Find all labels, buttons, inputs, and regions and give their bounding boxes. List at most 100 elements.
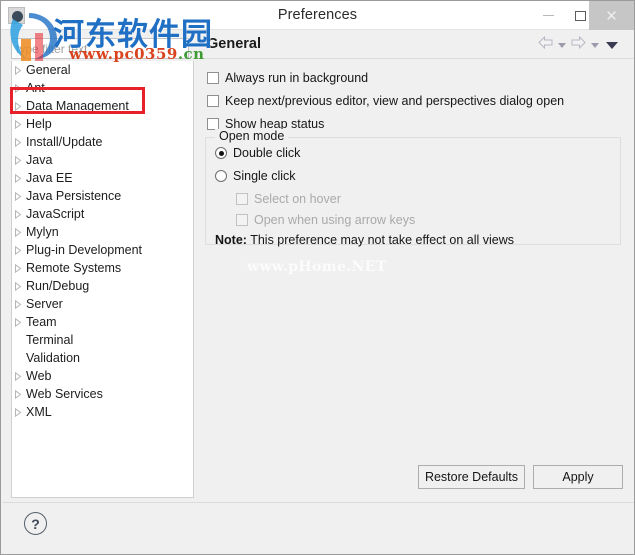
back-arrow-icon[interactable]	[538, 35, 553, 54]
sidebar-item-remote-systems[interactable]: Remote Systems	[12, 259, 193, 277]
sidebar-item-team[interactable]: Team	[12, 313, 193, 331]
sidebar-item-web-services[interactable]: Web Services	[12, 385, 193, 403]
radio-double-click[interactable]: Double click	[215, 146, 300, 160]
sidebar-item-java-ee[interactable]: Java EE	[12, 169, 193, 187]
sidebar-item-label: Terminal	[26, 333, 74, 347]
sidebar: type filter text General Ant Data Manageme…	[2, 30, 196, 502]
checkbox-box-icon	[236, 193, 248, 205]
open-mode-legend: Open mode	[215, 129, 289, 143]
forward-dropdown-caret-icon[interactable]	[591, 42, 599, 48]
radio-button-icon	[215, 147, 227, 159]
title-bar: Preferences ✕	[1, 1, 634, 30]
expand-arrow-icon[interactable]	[14, 300, 22, 309]
sidebar-item-label: Mylyn	[26, 225, 59, 239]
checkbox-always-run-in-background[interactable]: Always run in background	[207, 71, 368, 85]
sidebar-item-general[interactable]: General	[12, 61, 193, 79]
sidebar-item-label: Run/Debug	[26, 279, 90, 293]
view-menu-caret-icon[interactable]	[606, 41, 618, 49]
checkbox-box-icon	[207, 95, 219, 107]
sidebar-item-data-management[interactable]: Data Management	[12, 97, 193, 115]
sidebar-item-label: Data Management	[26, 99, 129, 113]
sidebar-item-label: Web Services	[26, 387, 103, 401]
forward-arrow-icon[interactable]	[571, 35, 586, 54]
expand-arrow-icon[interactable]	[14, 282, 22, 291]
sidebar-item-validation[interactable]: Validation	[12, 349, 193, 367]
sidebar-item-mylyn[interactable]: Mylyn	[12, 223, 193, 241]
expand-arrow-icon[interactable]	[14, 210, 22, 219]
sidebar-item-label: JavaScript	[26, 207, 85, 221]
expand-arrow-icon[interactable]	[14, 84, 22, 93]
open-mode-group: Open mode Double click Single click Sele…	[205, 129, 621, 247]
sidebar-item-label: Validation	[26, 351, 80, 365]
expand-arrow-icon[interactable]	[14, 174, 22, 183]
sidebar-item-label: Plug-in Development	[26, 243, 143, 257]
sidebar-item-label: Web	[26, 369, 52, 383]
checkbox-label: Always run in background	[225, 71, 369, 85]
sidebar-item-label: Server	[26, 297, 63, 311]
expand-arrow-icon[interactable]	[14, 264, 22, 273]
checkbox-select-on-hover: Select on hover	[236, 192, 341, 206]
expand-arrow-icon[interactable]	[14, 120, 22, 129]
expand-arrow-icon[interactable]	[14, 228, 22, 237]
restore-defaults-button[interactable]: Restore Defaults	[418, 465, 525, 489]
sidebar-item-label: Install/Update	[26, 135, 103, 149]
sidebar-item-label: Java EE	[26, 171, 73, 185]
checkbox-keep-editor-dialog-open[interactable]: Keep next/previous editor, view and pers…	[207, 94, 564, 108]
expand-arrow-icon[interactable]	[14, 408, 22, 417]
checkbox-label: Select on hover	[254, 192, 341, 206]
dialog-bottom-bar: ?	[2, 502, 634, 554]
sidebar-item-plug-in-development[interactable]: Plug-in Development	[12, 241, 193, 259]
sidebar-item-label: Remote Systems	[26, 261, 122, 275]
sidebar-item-xml[interactable]: XML	[12, 403, 193, 421]
expand-arrow-icon[interactable]	[14, 390, 22, 399]
sidebar-item-java[interactable]: Java	[12, 151, 193, 169]
expand-arrow-icon[interactable]	[14, 138, 22, 147]
sidebar-item-web[interactable]: Web	[12, 367, 193, 385]
dialog-footer: Restore Defaults Apply	[197, 457, 634, 502]
expand-arrow-icon[interactable]	[14, 372, 22, 381]
sidebar-item-label: Java Persistence	[26, 189, 122, 203]
radio-single-click[interactable]: Single click	[215, 169, 296, 183]
expand-arrow-icon[interactable]	[14, 246, 22, 255]
sidebar-item-label: Help	[26, 117, 52, 131]
search-input[interactable]: type filter text	[11, 38, 189, 59]
close-button[interactable]: ✕	[589, 1, 634, 30]
radio-button-icon	[215, 170, 227, 182]
checkbox-label: Keep next/previous editor, view and pers…	[225, 94, 565, 108]
sidebar-item-label: Team	[26, 315, 57, 329]
content-header: General	[197, 30, 634, 59]
general-preferences-panel: Always run in background Keep next/previ…	[197, 59, 634, 457]
expand-arrow-icon[interactable]	[14, 66, 22, 75]
minimize-icon	[542, 15, 554, 16]
sidebar-item-terminal[interactable]: Terminal	[12, 331, 193, 349]
note-text: This preference may not take effect on a…	[250, 233, 514, 247]
preferences-tree[interactable]: General Ant Data Management Help Install/Upd…	[11, 61, 194, 498]
checkbox-box-icon	[236, 214, 248, 226]
back-dropdown-caret-icon[interactable]	[558, 42, 566, 48]
checkbox-box-icon	[207, 72, 219, 84]
apply-button[interactable]: Apply	[533, 465, 623, 489]
sidebar-item-install-update[interactable]: Install/Update	[12, 133, 193, 151]
sidebar-item-label: General	[26, 63, 71, 77]
help-button[interactable]: ?	[24, 512, 47, 535]
note-prefix: Note:	[215, 233, 247, 247]
sidebar-item-javascript[interactable]: JavaScript	[12, 205, 193, 223]
sidebar-item-label: Java	[26, 153, 53, 167]
sidebar-item-label: XML	[26, 405, 52, 419]
checkbox-label: Open when using arrow keys	[254, 213, 416, 227]
maximize-icon	[574, 10, 586, 21]
expand-arrow-icon[interactable]	[14, 318, 22, 327]
expand-arrow-icon[interactable]	[14, 192, 22, 201]
sidebar-item-server[interactable]: Server	[12, 295, 193, 313]
sidebar-item-help[interactable]: Help	[12, 115, 193, 133]
expand-arrow-icon[interactable]	[14, 156, 22, 165]
sidebar-item-ant[interactable]: Ant	[12, 79, 193, 97]
page-title: General	[207, 36, 261, 52]
close-icon: ✕	[605, 7, 618, 25]
sidebar-item-java-persistence[interactable]: Java Persistence	[12, 187, 193, 205]
sidebar-item-run-debug[interactable]: Run/Debug	[12, 277, 193, 295]
sidebar-item-label: Ant	[26, 81, 45, 95]
open-mode-note: Note: This preference may not take effec…	[215, 233, 514, 247]
expand-arrow-icon[interactable]	[14, 102, 22, 111]
checkbox-open-when-using-arrow-keys: Open when using arrow keys	[236, 213, 415, 227]
